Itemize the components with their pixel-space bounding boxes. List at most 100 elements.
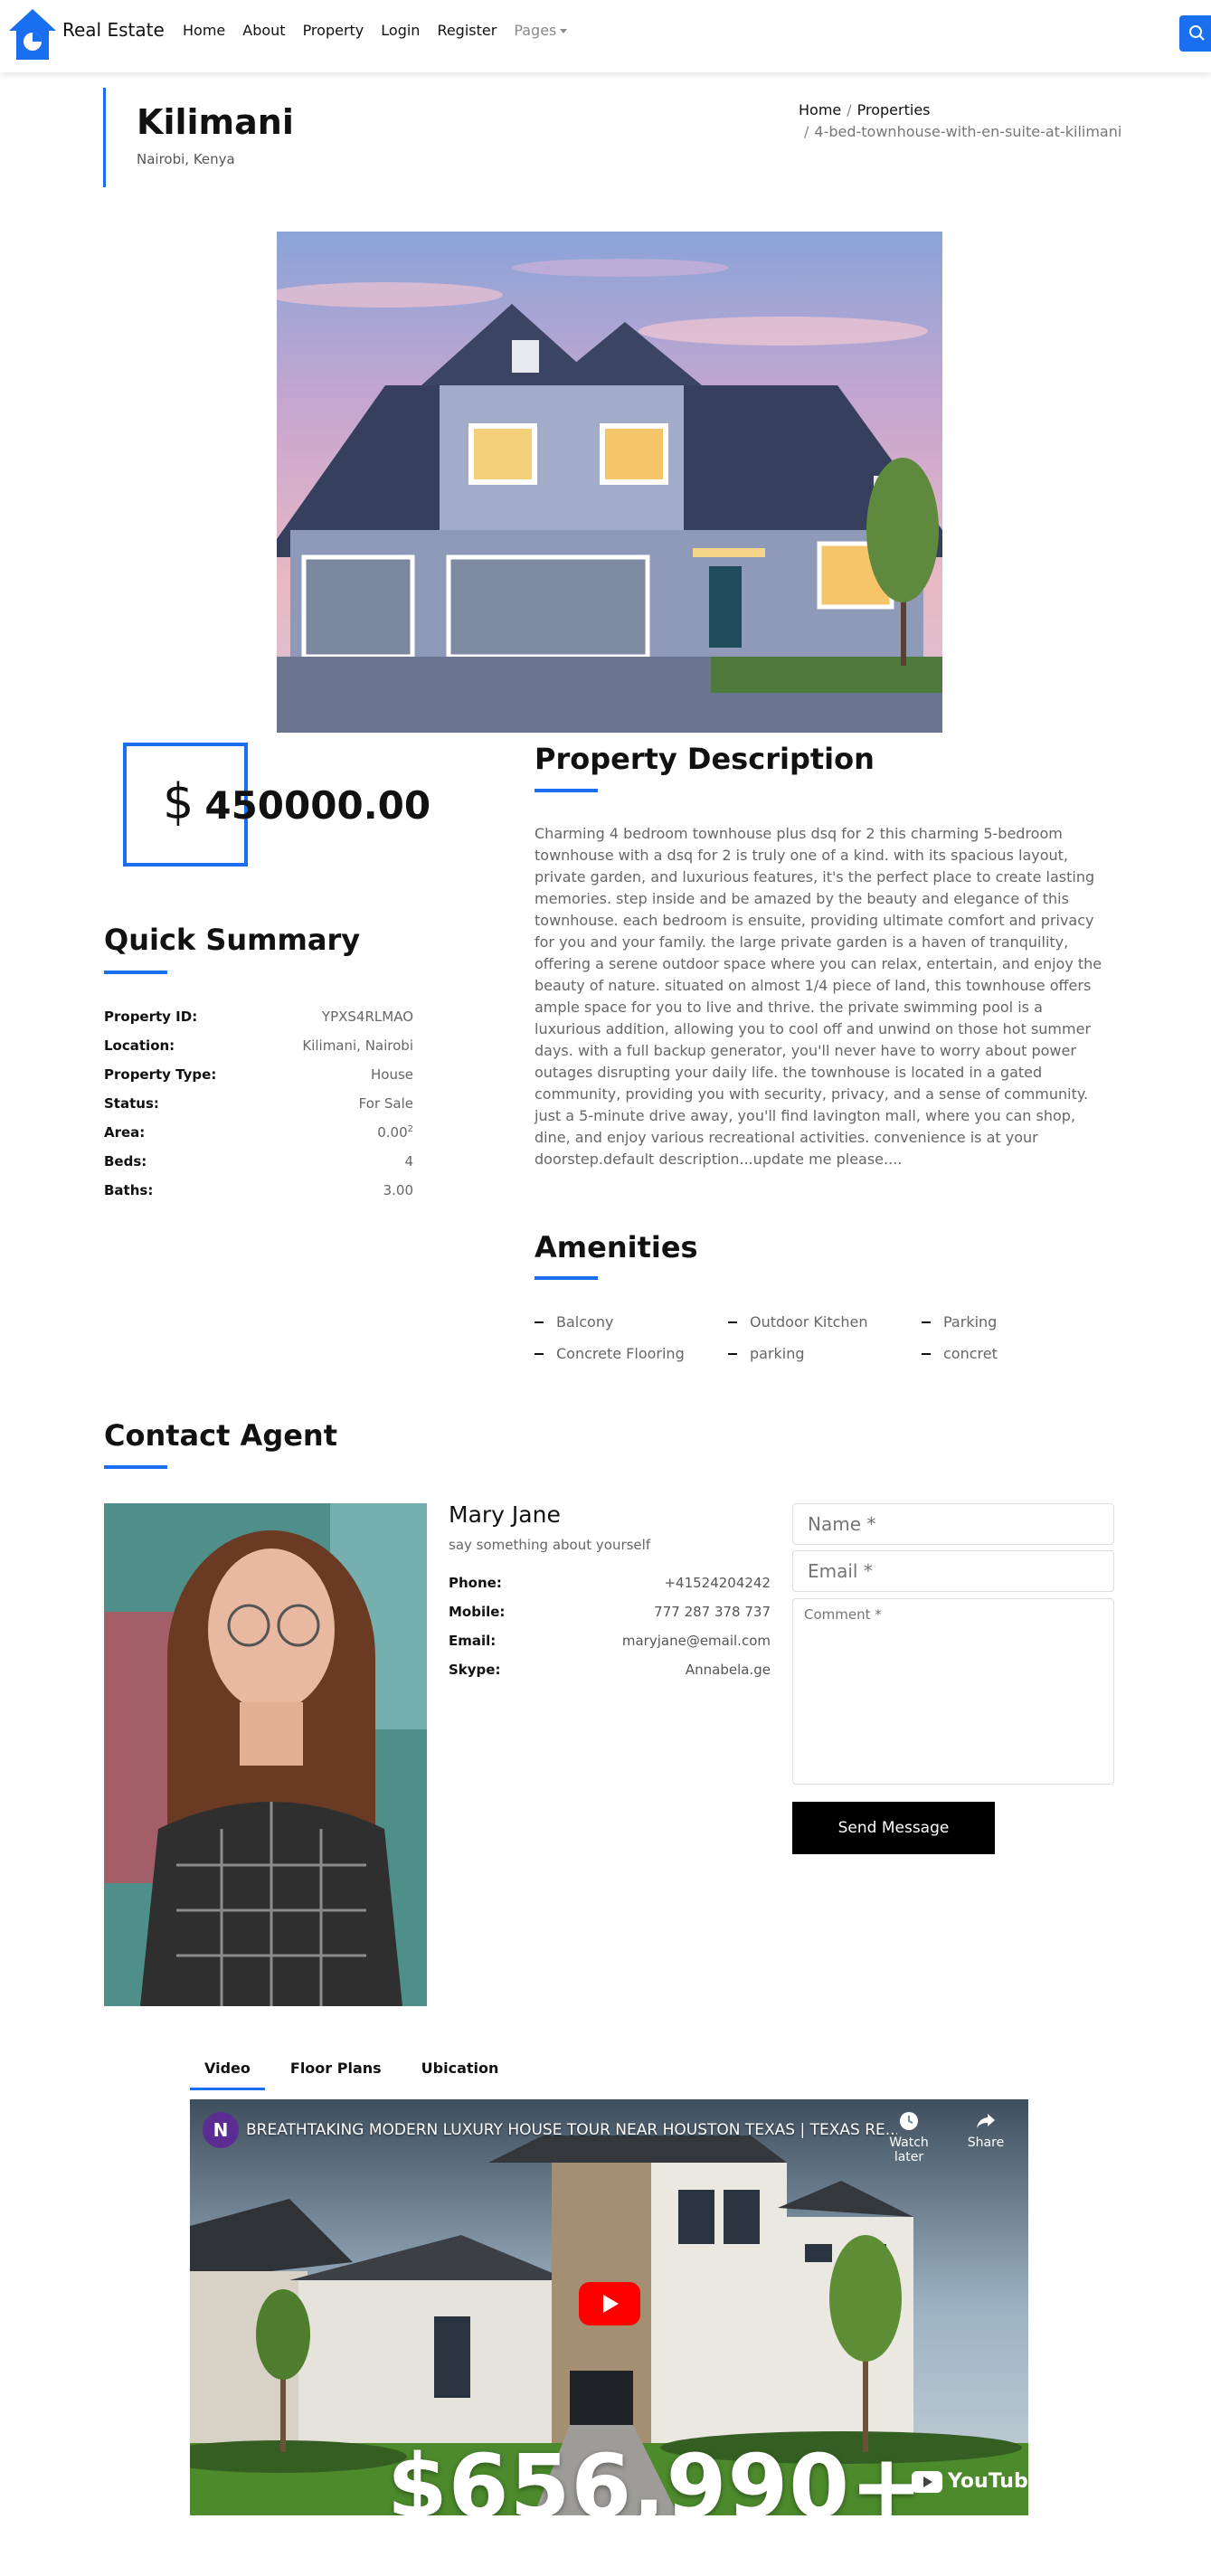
agent-label: Email: <box>449 1633 497 1649</box>
youtube-icon <box>912 2470 942 2493</box>
search-button[interactable] <box>1179 15 1211 52</box>
breadcrumb-properties[interactable]: Properties <box>857 101 931 118</box>
agent-label: Mobile: <box>449 1604 506 1620</box>
summary-label: Area: <box>104 1124 146 1141</box>
summary-underline <box>104 971 167 974</box>
summary-value: Kilimani, Nairobi <box>302 1037 413 1054</box>
agent-label: Phone: <box>449 1575 502 1591</box>
dash-icon <box>728 1352 737 1355</box>
title-block: Kilimani Nairobi, Kenya <box>103 88 483 187</box>
tab-floor-plans[interactable]: Floor Plans <box>276 2054 396 2090</box>
contact-agent-heading: Contact Agent <box>104 1418 337 1453</box>
amenity-item: concret <box>922 1345 1113 1362</box>
play-icon <box>603 2295 619 2313</box>
watch-later-button[interactable]: Watch later <box>877 2110 941 2164</box>
agent-info: Phone: +41524204242 Mobile: 777 287 378 73… <box>449 1575 771 1690</box>
video-title[interactable]: BREATHTAKING MODERN LUXURY HOUSE TOUR NE… <box>246 2121 897 2139</box>
tab-video[interactable]: Video <box>190 2054 265 2090</box>
agent-photo <box>104 1503 427 2006</box>
share-button[interactable]: Share <box>954 2110 1017 2150</box>
summary-value: YPXS4RLMAO <box>321 1009 413 1025</box>
summary-row-location: Location: Kilimani, Nairobi <box>104 1037 413 1066</box>
channel-avatar[interactable]: N <box>203 2112 239 2148</box>
amenity-item: Outdoor Kitchen <box>728 1313 922 1331</box>
amenities-list: Balcony Outdoor Kitchen Parking Concrete… <box>535 1313 1113 1362</box>
contact-agent-underline <box>104 1465 167 1469</box>
agent-row-skype: Skype: Annabela.ge <box>449 1662 771 1690</box>
agent-value: maryjane@email.com <box>621 1633 771 1649</box>
youtube-label: YouTube <box>948 2470 1028 2493</box>
nav-link-about[interactable]: About <box>242 22 285 39</box>
media-tabs: Video Floor Plans Ubication <box>190 2054 524 2090</box>
video-player[interactable]: N BREATHTAKING MODERN LUXURY HOUSE TOUR … <box>190 2099 1028 2515</box>
nav-link-home[interactable]: Home <box>183 22 225 39</box>
agent-value: Annabela.ge <box>685 1662 771 1678</box>
price-amount: 450000.00 <box>204 783 431 828</box>
summary-label: Status: <box>104 1095 159 1112</box>
summary-label: Beds: <box>104 1153 147 1170</box>
agent-row-phone: Phone: +41524204242 <box>449 1575 771 1604</box>
dash-icon <box>535 1321 544 1323</box>
nav-link-login[interactable]: Login <box>381 22 420 39</box>
amenities-underline <box>535 1276 598 1280</box>
summary-row-property-id: Property ID: YPXS4RLMAO <box>104 1009 413 1037</box>
price: $450000.00 <box>163 773 430 830</box>
description-text: Charming 4 bedroom townhouse plus dsq fo… <box>535 825 1102 1168</box>
summary-value: For Sale <box>358 1095 413 1112</box>
agent-row-email: Email: maryjane@email.com <box>449 1633 771 1662</box>
property-image <box>277 232 942 733</box>
breadcrumb-home[interactable]: Home <box>799 101 841 118</box>
email-field[interactable] <box>792 1550 1114 1592</box>
breadcrumb: Home / Properties / 4-bed-townhouse-with-en… <box>799 99 1124 143</box>
chevron-down-icon <box>560 29 568 33</box>
nav-links: Home About Property Login Register Pages <box>183 22 584 39</box>
send-message-button[interactable]: Send Message <box>792 1802 995 1854</box>
summary-value: 0.002 <box>377 1124 413 1153</box>
watch-later-label: Watch later <box>889 2136 929 2164</box>
youtube-logo[interactable]: YouTube <box>912 2470 1028 2493</box>
clock-icon <box>900 2112 918 2130</box>
dash-icon <box>922 1321 931 1323</box>
description-heading: Property Description <box>535 742 875 776</box>
amenity-label: Outdoor Kitchen <box>750 1313 868 1331</box>
summary-row-type: Property Type: House <box>104 1066 413 1095</box>
dash-icon <box>728 1321 737 1323</box>
dash-icon <box>922 1352 931 1355</box>
amenity-label: parking <box>750 1345 805 1362</box>
page-location: Nairobi, Kenya <box>137 151 235 167</box>
comment-field[interactable] <box>792 1598 1114 1785</box>
nav-link-property[interactable]: Property <box>303 22 364 39</box>
summary-value: House <box>370 1066 413 1083</box>
amenity-item: Parking <box>922 1313 1113 1331</box>
brand-name[interactable]: Real Estate <box>62 19 165 41</box>
house-logo-icon[interactable] <box>7 7 58 62</box>
area-value: 0.00 <box>377 1124 408 1141</box>
breadcrumb-separator: / <box>804 123 809 140</box>
price-currency: $ <box>163 773 194 830</box>
name-field[interactable] <box>792 1503 1114 1545</box>
nav-link-register[interactable]: Register <box>437 22 497 39</box>
agent-about: say something about yourself <box>449 1537 651 1553</box>
pages-label: Pages <box>514 22 557 39</box>
summary-label: Location: <box>104 1037 175 1054</box>
amenities-heading: Amenities <box>535 1230 698 1264</box>
agent-value: 777 287 378 737 <box>654 1604 771 1620</box>
video-overlay-price: $656,990+ <box>387 2436 924 2515</box>
area-unit-sup: 2 <box>407 1124 413 1134</box>
summary-row-area: Area: 0.002 <box>104 1124 413 1153</box>
tab-ubication[interactable]: Ubication <box>407 2054 514 2090</box>
summary-table: Property ID: YPXS4RLMAO Location: Kilimani… <box>104 1009 413 1211</box>
amenity-label: Concrete Flooring <box>556 1345 685 1362</box>
summary-value: 3.00 <box>383 1182 413 1198</box>
share-icon <box>977 2114 995 2128</box>
amenity-label: Parking <box>943 1313 998 1331</box>
summary-label: Baths: <box>104 1182 154 1198</box>
share-label: Share <box>967 2136 1005 2150</box>
navbar: Real Estate Home About Property Login Re… <box>0 0 1211 72</box>
nav-dropdown-pages[interactable]: Pages <box>514 22 568 39</box>
agent-name: Mary Jane <box>449 1501 561 1528</box>
summary-row-beds: Beds: 4 <box>104 1153 413 1182</box>
amenity-item: Balcony <box>535 1313 728 1331</box>
search-icon <box>1189 25 1205 41</box>
play-button[interactable] <box>579 2282 640 2325</box>
